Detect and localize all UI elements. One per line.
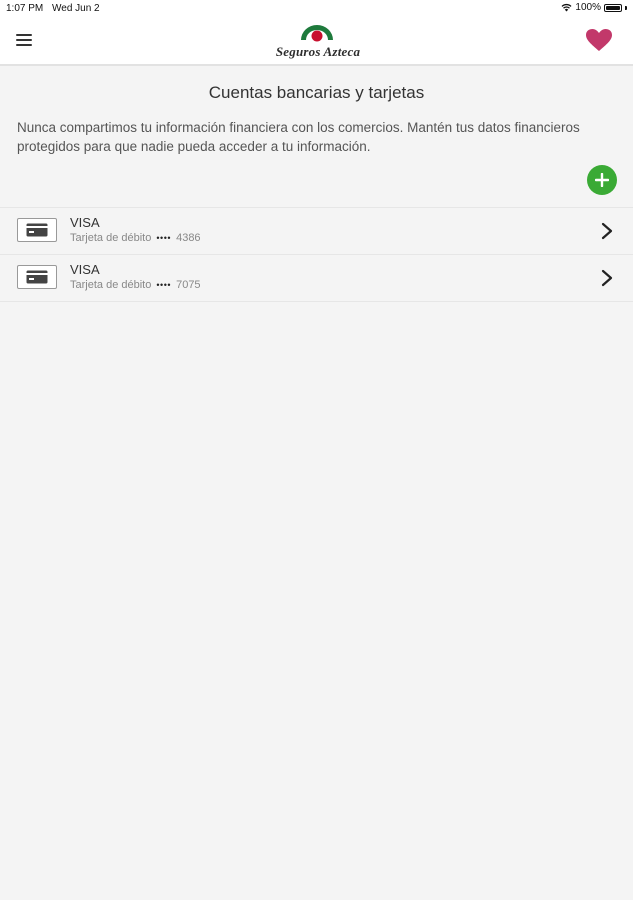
card-last4: 4386 — [176, 232, 201, 244]
card-mask: •••• — [156, 233, 172, 243]
logo-mark-icon — [301, 25, 333, 42]
card-type: Tarjeta de débito — [70, 279, 152, 291]
battery-icon — [604, 3, 622, 12]
card-mask: •••• — [156, 280, 172, 290]
status-time: 1:07 PM — [6, 3, 44, 14]
chevron-right-icon[interactable] — [601, 222, 613, 240]
credit-card-icon — [17, 265, 57, 289]
app-header: Seguros Azteca — [0, 18, 633, 66]
status-date: Wed Jun 2 — [52, 3, 100, 14]
plus-icon — [595, 173, 609, 187]
page-description: Nunca compartimos tu información financi… — [17, 120, 580, 154]
add-card-button[interactable] — [587, 165, 617, 195]
credit-card-icon — [17, 218, 57, 242]
card-list: VISA Tarjeta de débito •••• 4386 VISA Ta… — [0, 207, 633, 302]
card-brand: VISA — [70, 262, 100, 277]
card-row[interactable]: VISA Tarjeta de débito •••• 7075 — [0, 254, 633, 302]
hamburger-menu-icon[interactable] — [16, 34, 32, 46]
battery-percent: 100% — [575, 2, 601, 13]
card-row[interactable]: VISA Tarjeta de débito •••• 4386 — [0, 207, 633, 254]
card-description: Tarjeta de débito •••• 7075 — [70, 279, 201, 291]
card-type: Tarjeta de débito — [70, 232, 152, 244]
heart-icon[interactable] — [585, 28, 613, 52]
logo-text: Seguros Azteca — [275, 44, 361, 59]
card-description: Tarjeta de débito •••• 4386 — [70, 232, 201, 244]
battery-nub — [625, 5, 627, 10]
logo: Seguros Azteca — [266, 20, 370, 60]
page-title: Cuentas bancarias y tarjetas — [208, 83, 425, 102]
wifi-icon — [561, 3, 572, 12]
status-bar: 1:07 PM Wed Jun 2 100% — [0, 0, 633, 18]
status-indicators: 100% — [561, 2, 627, 13]
chevron-right-icon[interactable] — [601, 269, 613, 287]
card-last4: 7075 — [176, 279, 201, 291]
card-brand: VISA — [70, 215, 100, 230]
